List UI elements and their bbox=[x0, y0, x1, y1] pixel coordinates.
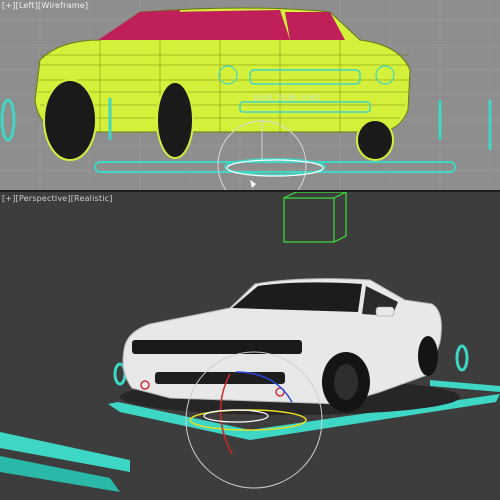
viewport-shading-label[interactable]: [Wireframe] bbox=[38, 1, 88, 10]
cursor-icon bbox=[250, 180, 256, 188]
camera-box[interactable] bbox=[283, 192, 347, 243]
wheel-front bbox=[43, 79, 97, 161]
car-grille bbox=[132, 340, 302, 354]
left-viewport-canvas[interactable] bbox=[0, 0, 500, 190]
wireframe-car[interactable] bbox=[34, 7, 411, 161]
wheel-right bbox=[356, 119, 394, 161]
wheel-rear bbox=[156, 81, 194, 159]
perspective-viewport[interactable]: [+][Perspective][Realistic] bbox=[0, 192, 500, 500]
perspective-viewport-canvas[interactable] bbox=[0, 192, 500, 500]
left-viewport[interactable]: [+][Left][Wireframe] [0.00, 25.00, 0.00] bbox=[0, 0, 500, 190]
viewport-view-label[interactable]: [Perspective] bbox=[16, 194, 71, 203]
viewport-menu-button[interactable]: [+] bbox=[2, 194, 16, 203]
side-window-right bbox=[285, 12, 345, 40]
coordinate-readout: [0.00, 25.00, 0.00] bbox=[254, 94, 320, 102]
left-viewport-label[interactable]: [+][Left][Wireframe] bbox=[2, 1, 88, 10]
windshield bbox=[150, 10, 290, 40]
viewport-shading-label[interactable]: [Realistic] bbox=[71, 194, 113, 203]
viewport-view-label[interactable]: [Left] bbox=[16, 1, 39, 10]
viewport-menu-button[interactable]: [+] bbox=[2, 1, 16, 10]
car-rear-wheel bbox=[418, 336, 438, 376]
rendered-car[interactable] bbox=[120, 278, 460, 415]
perspective-viewport-label[interactable]: [+][Perspective][Realistic] bbox=[2, 194, 113, 203]
